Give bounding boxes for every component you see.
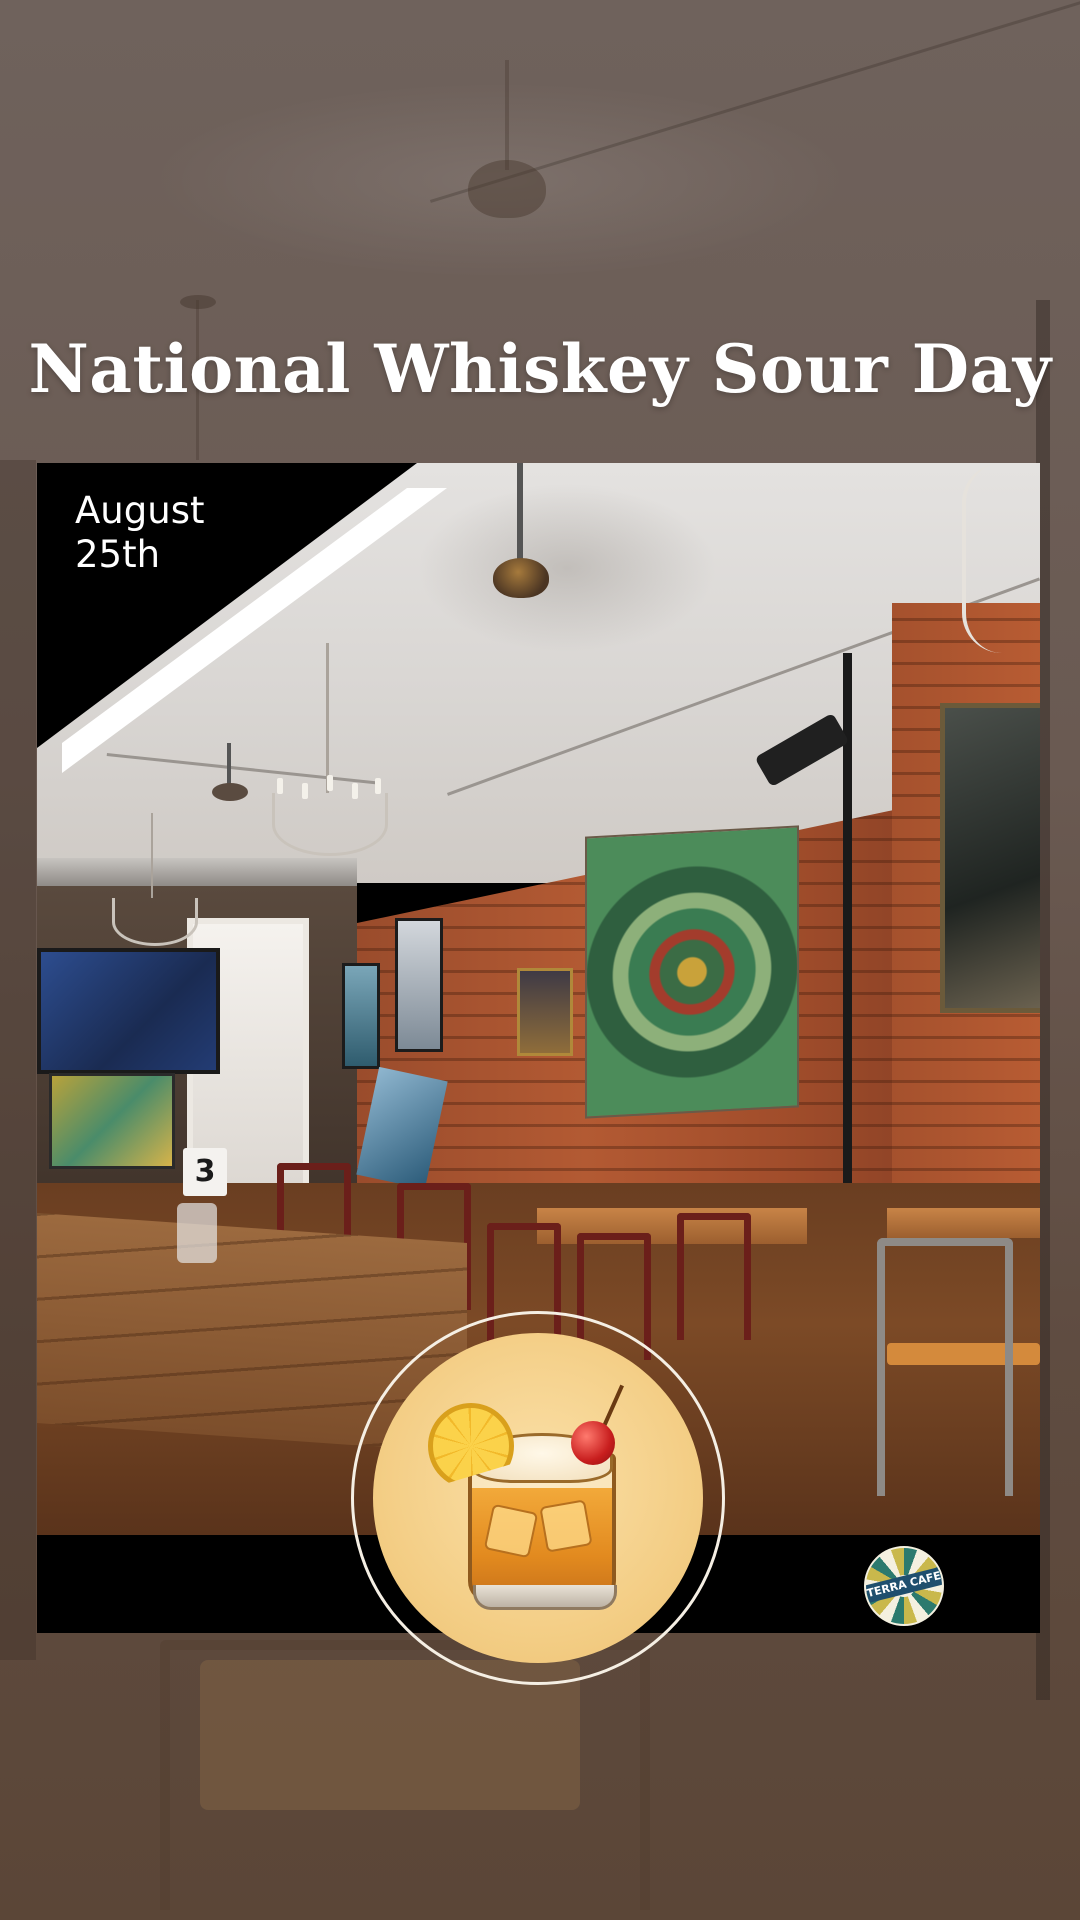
ceiling-fan	[493, 558, 549, 598]
glass-base	[473, 1585, 617, 1610]
sugar-jar	[177, 1203, 217, 1263]
chandelier-candle	[302, 783, 308, 799]
chandelier	[272, 793, 388, 856]
ice-cube	[539, 1499, 593, 1553]
cafe-sign-artwork	[49, 1073, 175, 1169]
backdrop-lamp	[180, 295, 216, 309]
event-date: August 25th	[75, 489, 204, 577]
backdrop-wall-edge	[0, 460, 36, 1660]
page-title: National Whiskey Sour Day	[28, 330, 1052, 408]
air-duct	[37, 858, 357, 886]
bar-stool	[877, 1238, 1013, 1496]
dining-chair	[677, 1213, 751, 1340]
chandelier-candle	[277, 778, 283, 794]
backdrop-fan-rod	[505, 60, 509, 170]
backdrop-ceiling-fan	[468, 160, 546, 218]
logo-text: TERRA CAFE	[866, 1567, 942, 1603]
chandelier-rod	[326, 643, 329, 793]
chandelier-candle	[327, 775, 333, 791]
abstract-painting	[585, 825, 799, 1119]
chandelier	[112, 898, 198, 946]
ceiling-fan-rod	[227, 743, 231, 788]
chandelier-candle	[375, 778, 381, 794]
ceiling-fan	[212, 783, 248, 801]
wall-art	[342, 963, 380, 1069]
chandelier-candle	[352, 783, 358, 799]
bar-table	[887, 1208, 1040, 1238]
framed-portrait	[517, 968, 573, 1056]
whiskey-sour-cocktail-icon	[373, 1333, 703, 1663]
terra-cafe-logo: TERRA CAFE	[864, 1546, 944, 1626]
table-number-card: 3	[183, 1148, 227, 1196]
ice-cube	[483, 1503, 539, 1559]
chandelier-rod	[151, 813, 153, 898]
event-date-month: August	[75, 489, 205, 532]
cherry-icon	[571, 1421, 615, 1465]
event-date-day: 25th	[75, 533, 161, 576]
ceiling-fan-rod	[517, 463, 523, 573]
wall-tv	[37, 948, 220, 1074]
portrait-painting	[940, 703, 1040, 1013]
chandelier	[962, 463, 1040, 653]
wall-art	[395, 918, 443, 1052]
fan-blade-blur	[417, 483, 717, 653]
